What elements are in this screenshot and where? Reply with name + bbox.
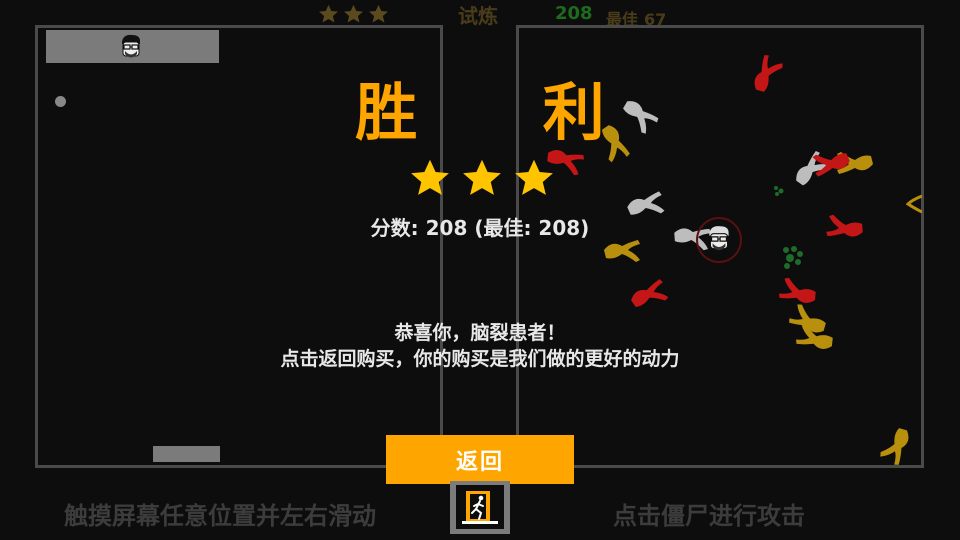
exit-door-button[interactable] [450,481,510,534]
splatter-icon [783,246,803,269]
victory-title: 胜 利 [355,76,657,149]
back-button[interactable]: 返回 [386,435,574,484]
current-score: 208 [555,3,593,24]
message-line-2: 点击返回购买，你的购买是我们做的更好的动力 [280,348,680,370]
final-score-text: 分数: 208 (最佳: 208) [370,216,590,240]
game-mode-label: 试炼 [458,4,498,28]
swipe-hint: 触摸屏幕任意位置并左右滑动 [64,502,376,530]
star-icon [411,159,449,195]
star-icon [463,159,501,195]
star-icon [319,4,338,23]
star-icon [344,4,363,23]
congrats-message: 恭喜你，脑裂患者！ 点击返回购买，你的购买是我们做的更好的动力 [0,320,960,372]
message-line-1: 恭喜你，脑裂患者！ [394,322,566,344]
star-icon [369,4,388,23]
splatter-icon [774,186,784,196]
paddle[interactable] [153,446,220,462]
bearded-face-glasses-icon [122,34,140,58]
star-icon [515,159,553,195]
hud-star-rating [318,4,389,25]
attack-hint: 点击僵尸进行攻击 [613,502,805,530]
running-man-exit-icon [462,491,498,524]
exit-door-frame [456,485,504,529]
result-star-rating [408,158,556,200]
